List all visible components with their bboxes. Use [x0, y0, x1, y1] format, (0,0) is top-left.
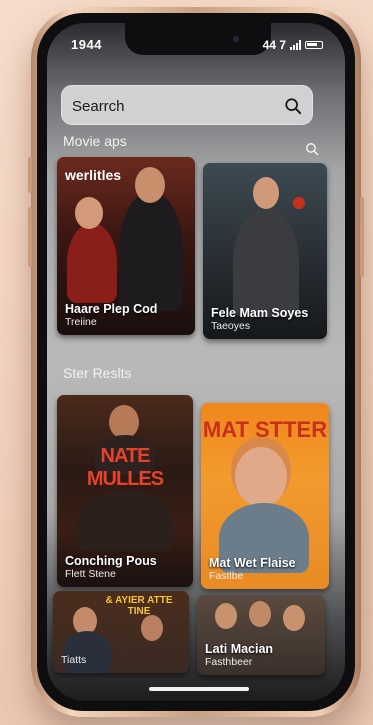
- status-time: 1944: [71, 37, 102, 52]
- poster-title-text: & AYIER ATTE TINE: [105, 595, 173, 617]
- result-caption: Mat Wet Flaise Fastlbe: [209, 556, 323, 583]
- result-caption: Tiatts: [61, 654, 183, 667]
- result-caption: Lati Macian Fasthbeer: [205, 642, 319, 669]
- poster-figure: [233, 207, 299, 317]
- movie-card[interactable]: werlitles Haare Plep Cod Treiine: [57, 157, 195, 335]
- phone-screen: 1944 44 7 Searrch Movie aps werlitles Ha…: [47, 23, 345, 701]
- search-bar[interactable]: Searrch: [61, 85, 313, 125]
- movie-caption: Fele Mam Soyes Taeoyes: [211, 306, 321, 333]
- poster-face: [253, 177, 279, 209]
- result-subtitle: Flett Stene: [65, 568, 116, 580]
- search-icon[interactable]: [305, 142, 319, 156]
- camera-icon: [233, 36, 239, 42]
- side-button: [28, 207, 32, 267]
- poster-face: [283, 605, 305, 631]
- poster-title-text: NATE MULLES: [86, 445, 164, 490]
- poster-face: [75, 197, 103, 229]
- search-icon[interactable]: [284, 97, 302, 115]
- poster-figure: [77, 491, 173, 551]
- search-input[interactable]: Searrch: [72, 98, 125, 115]
- movie-subtitle: Taeoyes: [211, 320, 251, 332]
- result-card[interactable]: NATE MULLES Conching Pous Flett Stene: [57, 395, 193, 587]
- carrier-label: 44 7: [262, 38, 286, 52]
- movie-subtitle: Treiine: [65, 316, 97, 328]
- poster-figure: [67, 223, 117, 303]
- phone-frame: 1944 44 7 Searrch Movie aps werlitles Ha…: [28, 7, 364, 717]
- poster-face: [141, 615, 163, 641]
- result-card[interactable]: & AYIER ATTE TINE Tiatts: [53, 591, 189, 673]
- movie-caption: Haare Plep Cod Treiine: [65, 302, 189, 329]
- poster-face: [249, 601, 271, 627]
- movie-card[interactable]: Fele Mam Soyes Taeoyes: [203, 163, 327, 339]
- home-indicator[interactable]: [149, 687, 249, 691]
- poster-face: [109, 405, 139, 439]
- phone-bezel: 1944 44 7 Searrch Movie aps werlitles Ha…: [37, 13, 355, 711]
- notch: [125, 23, 271, 55]
- result-subtitle: Tiatts: [61, 654, 87, 666]
- result-subtitle: Fastlbe: [209, 570, 244, 582]
- side-button: [28, 157, 32, 193]
- result-title: Conching Pous: [65, 554, 157, 568]
- result-title: Lati Macian: [205, 642, 274, 656]
- result-subtitle: Fasthbeer: [205, 656, 253, 668]
- section-title-results: Ster Reslts: [63, 365, 132, 381]
- result-card[interactable]: MAT STTER Mat Wet Flaise Fastlbe: [201, 403, 329, 589]
- poster-figure: [119, 191, 183, 311]
- result-caption: Conching Pous Flett Stene: [65, 554, 187, 581]
- status-indicators: 44 7: [263, 38, 323, 52]
- movie-title: Haare Plep Cod: [65, 302, 158, 316]
- poster-face: [293, 197, 305, 209]
- poster-title-text: werlitles: [65, 167, 122, 183]
- result-title: Mat Wet Flaise: [209, 556, 296, 570]
- battery-icon: [305, 41, 323, 49]
- power-button: [360, 197, 364, 277]
- poster-title-text: MAT STTER: [202, 417, 328, 442]
- poster-face: [215, 603, 237, 629]
- signal-icon: [290, 40, 301, 50]
- poster-face: [235, 447, 287, 507]
- movie-title: Fele Mam Soyes: [211, 306, 309, 320]
- poster-face: [135, 167, 165, 203]
- result-card[interactable]: Lati Macian Fasthbeer: [197, 595, 325, 675]
- section-title-movies: Movie aps: [63, 133, 127, 149]
